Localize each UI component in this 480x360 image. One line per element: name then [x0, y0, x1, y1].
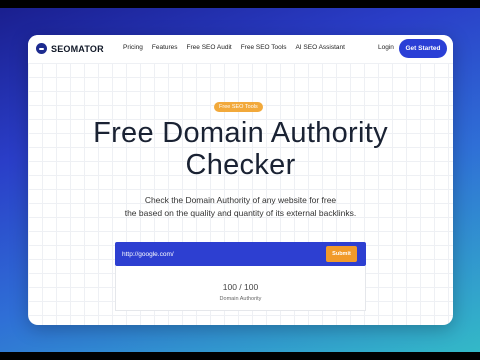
page-subtitle: Check the Domain Authority of any websit…: [28, 194, 453, 220]
page-title: Free Domain Authority Checker: [28, 117, 453, 181]
logo[interactable]: SEOMATOR: [36, 43, 104, 54]
url-input[interactable]: [122, 248, 312, 260]
nav-link-features[interactable]: Features: [152, 44, 178, 51]
subtitle-line-2: the based on the quality and quantity of…: [124, 208, 357, 218]
nav-links: Pricing Features Free SEO Audit Free SEO…: [123, 44, 354, 51]
title-line-1: Free Domain Authority: [93, 117, 388, 149]
title-line-2: Checker: [185, 149, 296, 181]
letterbox-bottom: [0, 352, 480, 360]
subtitle-line-1: Check the Domain Authority of any websit…: [144, 195, 337, 205]
get-started-button[interactable]: Get Started: [399, 39, 447, 58]
url-form: Submit: [115, 242, 366, 266]
submit-button[interactable]: Submit: [326, 246, 357, 262]
seomator-logo-icon: [36, 43, 47, 54]
logo-text: SEOMATOR: [51, 43, 104, 54]
free-seo-tools-badge[interactable]: Free SEO Tools: [214, 102, 263, 112]
result-panel: 100 / 100 Domain Authority: [115, 266, 366, 311]
nav-link-ai-seo-assistant[interactable]: AI SEO Assistant: [295, 44, 345, 51]
authority-score: 100 / 100: [222, 282, 259, 292]
letterbox-top: [0, 0, 480, 8]
nav-link-free-seo-audit[interactable]: Free SEO Audit: [187, 44, 232, 51]
nav-link-pricing[interactable]: Pricing: [123, 44, 143, 51]
authority-score-label: Domain Authority: [219, 296, 262, 302]
top-nav: SEOMATOR Pricing Features Free SEO Audit…: [28, 35, 453, 63]
nav-link-free-seo-tools[interactable]: Free SEO Tools: [241, 44, 287, 51]
browser-card: SEOMATOR Pricing Features Free SEO Audit…: [28, 35, 453, 325]
login-link[interactable]: Login: [378, 44, 394, 51]
